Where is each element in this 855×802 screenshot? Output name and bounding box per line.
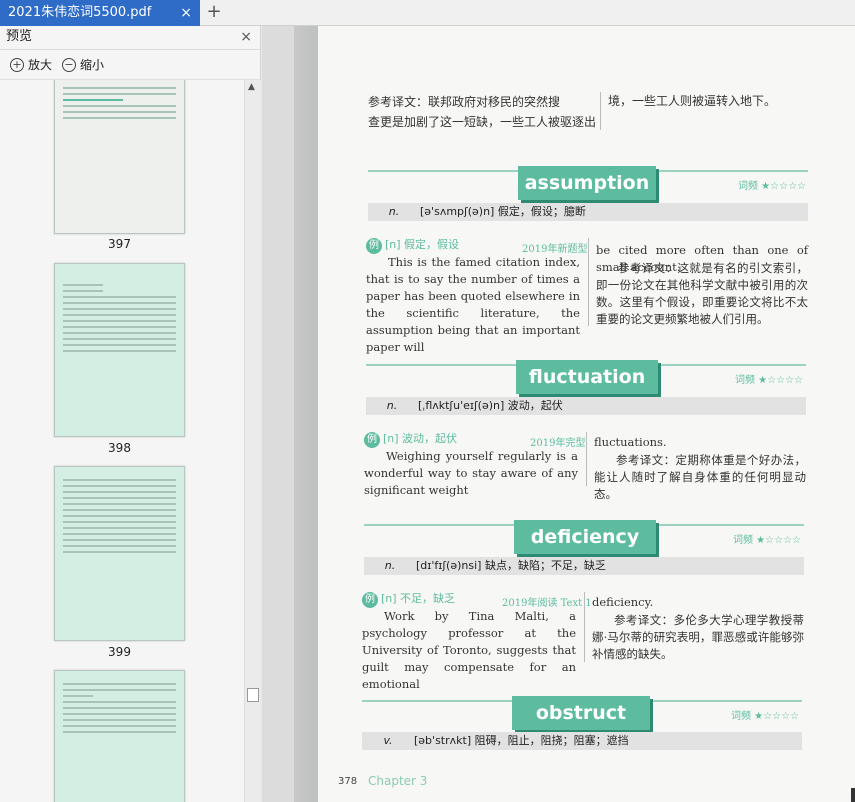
zoom-in-icon: +: [10, 57, 24, 72]
definition-bar: n. [ˌflʌktʃu'eɪʃ(ə)n] 波动，起伏: [366, 397, 806, 415]
document-viewer: 参考译文：联邦政府对移民的突然搜 查更是加剧了这一短缺，一些工人被驱逐出 境，一…: [262, 26, 855, 802]
frequency-rating: 词频 ★☆☆☆☆: [731, 711, 800, 722]
preview-sidebar: 预览 × + 放大 − 缩小 397 398 399 ▲: [0, 26, 261, 802]
example-label: 例 [n] 波动，起伏: [364, 430, 457, 448]
thumbnail-label: 398: [108, 441, 131, 455]
example-continuation: deficiency.: [592, 595, 654, 609]
part-of-speech: v.: [383, 734, 393, 747]
example-label: 例 [n] 不足，缺乏: [362, 590, 455, 608]
column-divider: [586, 432, 587, 486]
zoom-in-label: 放大: [28, 58, 53, 72]
part-of-speech: n.: [384, 559, 396, 572]
definition-bar: v. [əb'strʌkt] 阻碍，阻止，阻挠；阻塞；遮挡: [362, 732, 802, 750]
thumbnail-label: 397: [108, 237, 131, 251]
sidebar-header: 预览 ×: [0, 26, 260, 50]
column-divider: [584, 592, 585, 662]
definition: [ə'sʌmpʃ(ə)n] 假定，假设；臆断: [420, 205, 586, 218]
headword: fluctuation: [516, 360, 658, 394]
example-source: 2019年阅读 Text 1: [502, 598, 592, 609]
frequency-rating: 词频 ★☆☆☆☆: [733, 535, 802, 546]
example-text: This is the famed citation index, that i…: [366, 255, 580, 354]
zoom-in-button[interactable]: + 放大: [10, 56, 52, 73]
close-tab-icon[interactable]: ×: [180, 0, 192, 26]
example-sense: [n] 不足，缺乏: [381, 592, 456, 605]
column-divider: [600, 92, 601, 130]
zoom-out-button[interactable]: − 缩小: [62, 56, 104, 73]
example-badge-icon: 例: [364, 432, 380, 448]
example-sense: [n] 波动，起伏: [383, 432, 458, 445]
part-of-speech: n.: [388, 205, 400, 218]
document-tab[interactable]: 2021朱伟恋词5500.pdf ×: [0, 0, 200, 26]
example-translation: 参考译文：多伦多大学心理学教授蒂娜·马尔蒂的研究表明，罪恶感或许能够弥补情感的缺…: [592, 613, 804, 661]
page-thumbnail[interactable]: [54, 263, 185, 437]
example-translation: 参考译文：这就是有名的引文索引，即一份论文在其他科学文献中被引用的次数。这里有个…: [596, 261, 808, 326]
example-badge-icon: 例: [362, 592, 378, 608]
sidebar-title: 预览: [6, 29, 33, 44]
definition: [dɪ'fɪʃ(ə)nsi] 缺点，缺陷；不足，缺乏: [416, 559, 606, 572]
page-number: 378: [338, 776, 358, 787]
sidebar-toolbar: + 放大 − 缩小: [0, 50, 260, 80]
definition-bar: n. [dɪ'fɪʃ(ə)nsi] 缺点，缺陷；不足，缺乏: [364, 557, 804, 575]
example-continuation: fluctuations.: [594, 435, 667, 449]
top-translation-left: 参考译文：联邦政府对移民的突然搜 查更是加剧了这一短缺，一些工人被驱逐出: [368, 92, 596, 132]
text-line: 参考译文：联邦政府对移民的突然搜: [368, 95, 561, 109]
definition: [ˌflʌktʃu'eɪʃ(ə)n] 波动，起伏: [418, 399, 563, 412]
zoom-out-icon: −: [62, 57, 77, 72]
new-tab-icon[interactable]: +: [204, 0, 224, 26]
page-edge-mark: [851, 788, 855, 802]
headword: deficiency: [514, 520, 656, 554]
example-sense: [n] 假定，假设: [385, 238, 460, 251]
example-label: 例 [n] 假定，假设: [366, 236, 459, 254]
top-translation-right: 境，一些工人则被逼转入地下。: [608, 94, 777, 108]
text-line: 查更是加剧了这一短缺，一些工人被驱逐出: [368, 115, 597, 129]
thumbnail-list: 397 398 399: [0, 80, 244, 802]
document-tab-title: 2021朱伟恋词5500.pdf: [8, 5, 152, 20]
page-thumbnail[interactable]: [54, 670, 185, 802]
example-badge-icon: 例: [366, 238, 382, 254]
frequency-rating: 词频 ★☆☆☆☆: [735, 375, 804, 386]
thumbnail-scrollbar[interactable]: ▲: [244, 80, 261, 802]
sidebar-close-icon[interactable]: ×: [240, 26, 252, 48]
page-thumbnail[interactable]: [54, 466, 185, 641]
page-thumbnail[interactable]: [54, 80, 185, 234]
scroll-up-icon[interactable]: ▲: [248, 82, 255, 92]
chapter-label: Chapter 3: [368, 774, 428, 788]
headword: obstruct: [512, 696, 650, 730]
example-text: Weighing yourself regularly is a wonderf…: [364, 449, 578, 497]
scroll-thumb[interactable]: [247, 688, 259, 702]
headword: assumption: [518, 166, 656, 200]
definition: [əb'strʌkt] 阻碍，阻止，阻挠；阻塞；遮挡: [414, 734, 629, 747]
tab-bar: 2021朱伟恋词5500.pdf × +: [0, 0, 855, 26]
example-text: Work by Tina Malti, a psychology profess…: [362, 609, 576, 691]
document-page: 参考译文：联邦政府对移民的突然搜 查更是加剧了这一短缺，一些工人被驱逐出 境，一…: [318, 26, 855, 802]
definition-bar: n. [ə'sʌmpʃ(ə)n] 假定，假设；臆断: [368, 203, 808, 221]
example-source: 2019年新题型: [522, 244, 588, 255]
zoom-out-label: 缩小: [80, 58, 105, 72]
column-divider: [588, 238, 589, 326]
frequency-rating: 词频 ★☆☆☆☆: [738, 181, 807, 192]
example-source: 2019年完型: [530, 438, 586, 449]
example-translation: 参考译文：定期称体重是个好办法，能让人随时了解自身体重的任何明显动态。: [594, 453, 806, 501]
thumbnail-label: 399: [108, 645, 131, 659]
part-of-speech: n.: [386, 399, 398, 412]
